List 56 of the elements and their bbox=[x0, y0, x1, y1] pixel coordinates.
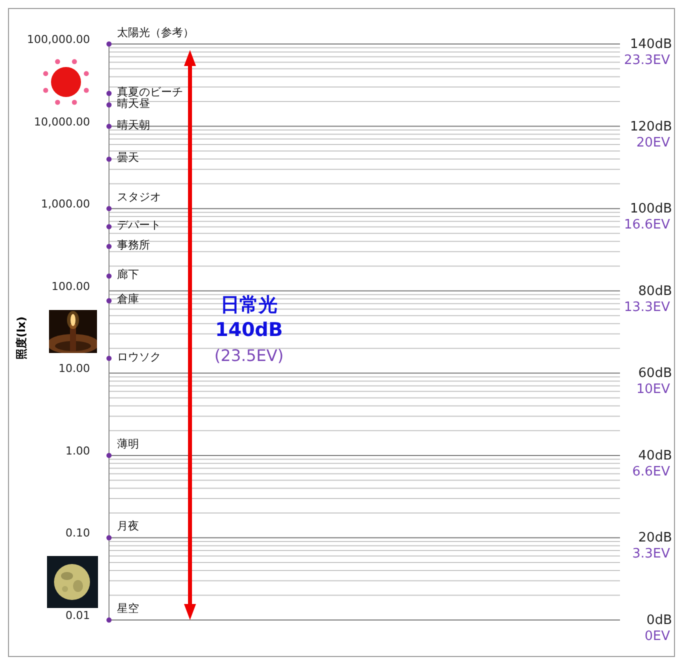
data-point bbox=[106, 90, 112, 96]
tick-label: 0.01 bbox=[66, 609, 90, 622]
ev-label: 0EV bbox=[644, 629, 670, 644]
db-label: 100dB bbox=[630, 202, 672, 217]
ev-label: 10EV bbox=[636, 382, 670, 398]
point-label: 事務所 bbox=[117, 238, 150, 252]
axis-title: 照度(lx) bbox=[15, 316, 28, 360]
data-point bbox=[106, 298, 112, 304]
sun-icon bbox=[43, 59, 89, 105]
data-point bbox=[106, 124, 112, 129]
range-caption: (23.5EV) bbox=[214, 346, 284, 365]
data-point bbox=[106, 41, 112, 47]
point-label: 倉庫 bbox=[117, 292, 139, 306]
tick-label: 100.00 bbox=[52, 280, 90, 293]
range-caption: 日常光 bbox=[220, 294, 278, 316]
range-caption: 140dB bbox=[215, 319, 283, 341]
point-label: 月夜 bbox=[117, 520, 139, 533]
db-label: 20dB bbox=[638, 530, 672, 546]
data-point bbox=[106, 356, 112, 361]
tick-label: 1,000.00 bbox=[41, 198, 90, 211]
point-label: ロウソク bbox=[117, 350, 161, 364]
ev-label: 16.6EV bbox=[624, 218, 670, 233]
data-point bbox=[106, 224, 112, 230]
db-label: 40dB bbox=[638, 448, 672, 464]
data-point bbox=[106, 535, 112, 540]
point-label: 廊下 bbox=[117, 268, 139, 282]
data-point bbox=[106, 206, 112, 212]
point-label: デパート bbox=[117, 218, 161, 232]
point-label: 晴天昼 bbox=[117, 96, 150, 110]
data-point bbox=[106, 452, 112, 458]
point-label: 曇天 bbox=[117, 151, 139, 164]
point-label: 太陽光（参考） bbox=[117, 26, 194, 40]
tick-label: 10,000.00 bbox=[34, 115, 90, 128]
tick-label: 0.10 bbox=[66, 526, 90, 540]
ev-label: 3.3EV bbox=[632, 546, 670, 562]
point-label: スタジオ bbox=[117, 190, 161, 204]
db-label: 60dB bbox=[638, 366, 672, 382]
data-point bbox=[106, 156, 112, 162]
data-point bbox=[106, 244, 112, 250]
data-point bbox=[106, 273, 112, 279]
data-point bbox=[106, 617, 112, 623]
data-point bbox=[106, 102, 112, 108]
ev-label: 13.3EV bbox=[624, 300, 670, 315]
point-label: 星空 bbox=[117, 602, 139, 616]
db-label: 0dB bbox=[646, 613, 672, 628]
tick-label: 10.00 bbox=[58, 362, 90, 376]
tick-label: 1.00 bbox=[66, 444, 90, 458]
ev-label: 20EV bbox=[636, 135, 670, 150]
ev-label: 6.6EV bbox=[632, 464, 670, 480]
db-label: 140dB bbox=[630, 37, 672, 52]
db-label: 120dB bbox=[630, 119, 672, 134]
point-label: 真夏のビーチ bbox=[117, 85, 183, 98]
point-label: 薄明 bbox=[117, 437, 139, 450]
db-label: 80dB bbox=[638, 284, 672, 299]
tick-label: 100,000.00 bbox=[27, 33, 90, 46]
ev-label: 23.3EV bbox=[624, 53, 670, 68]
